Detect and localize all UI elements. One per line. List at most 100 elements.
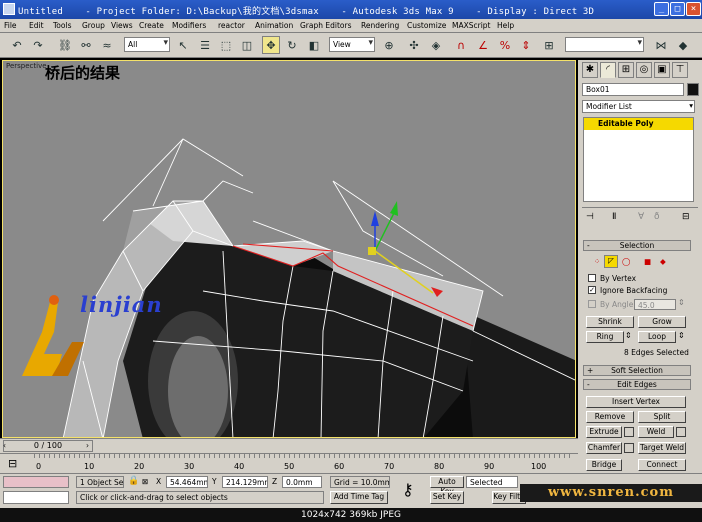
- slider-right-arrow-icon[interactable]: ›: [86, 441, 89, 450]
- menu-modifiers[interactable]: Modifiers: [172, 21, 206, 30]
- menu-reactor[interactable]: reactor: [218, 21, 245, 30]
- chamfer-button[interactable]: Chamfer: [586, 442, 622, 454]
- select-and-manipulate-icon[interactable]: ✣: [405, 36, 423, 54]
- x-coordinate-field[interactable]: 54.464mm: [166, 476, 208, 488]
- select-by-name-icon[interactable]: ☰: [196, 36, 214, 54]
- target-weld-button[interactable]: Target Weld: [638, 442, 686, 454]
- maxscript-listener-mini[interactable]: [3, 476, 69, 488]
- slider-left-arrow-icon[interactable]: ‹: [3, 441, 6, 450]
- extrude-button[interactable]: Extrude: [586, 426, 622, 438]
- spinner-snap-icon[interactable]: ⇕: [517, 36, 535, 54]
- angle-spinner-icon[interactable]: ⇕: [678, 298, 685, 307]
- menu-edit[interactable]: Edit: [29, 21, 44, 30]
- time-slider[interactable]: 0 / 100 ‹ ›: [0, 438, 578, 453]
- use-pivot-center-icon[interactable]: ⊕: [380, 36, 398, 54]
- selection-filter-dropdown[interactable]: All: [124, 37, 170, 52]
- by-angle-checkbox[interactable]: [588, 300, 596, 308]
- motion-tab-icon[interactable]: ◎: [636, 62, 652, 78]
- y-coordinate-field[interactable]: 214.129mm: [222, 476, 268, 488]
- loop-spinner-icon[interactable]: ⇕: [678, 331, 685, 340]
- menu-views[interactable]: Views: [111, 21, 133, 30]
- display-tab-icon[interactable]: ▣: [654, 62, 670, 78]
- element-icon[interactable]: ◆: [660, 257, 666, 266]
- menu-group[interactable]: Group: [82, 21, 105, 30]
- mini-curve-editor-icon[interactable]: ⊟: [8, 457, 17, 470]
- select-and-link-icon[interactable]: ⛓: [56, 36, 74, 54]
- soft-selection-rollout-header[interactable]: + Soft Selection: [583, 365, 691, 376]
- rectangular-selection-icon[interactable]: ⬚: [217, 36, 235, 54]
- modifier-stack-item[interactable]: Editable Poly: [584, 118, 693, 130]
- object-name-field[interactable]: Box01: [582, 83, 684, 96]
- unlink-icon[interactable]: ⚯: [77, 36, 95, 54]
- menu-file[interactable]: File: [4, 21, 17, 30]
- percent-snap-icon[interactable]: %: [496, 36, 514, 54]
- named-selection-sets-icon[interactable]: ⊞: [540, 36, 558, 54]
- select-object-icon[interactable]: ↖: [174, 36, 192, 54]
- reference-coordinate-dropdown[interactable]: View: [329, 37, 375, 52]
- vertex-icon[interactable]: ⁘: [594, 257, 600, 266]
- add-time-tag-button[interactable]: Add Time Tag: [330, 491, 388, 504]
- shrink-button[interactable]: Shrink: [586, 316, 634, 328]
- key-mode-dropdown[interactable]: Selected: [466, 476, 518, 488]
- select-and-scale-icon[interactable]: ◧: [305, 36, 323, 54]
- split-button[interactable]: Split: [638, 411, 686, 423]
- extrude-settings-icon[interactable]: [624, 427, 634, 437]
- bind-space-warp-icon[interactable]: ≈: [98, 36, 116, 54]
- configure-modifier-sets-icon[interactable]: ⊟: [682, 212, 690, 222]
- utilities-tab-icon[interactable]: ⊤: [672, 62, 688, 78]
- weld-button[interactable]: Weld: [638, 426, 674, 438]
- absolute-mode-icon[interactable]: ⊠: [142, 477, 148, 486]
- modifier-list-dropdown[interactable]: Modifier List ▾: [582, 100, 695, 113]
- menu-create[interactable]: Create: [139, 21, 164, 30]
- menu-tools[interactable]: Tools: [53, 21, 71, 30]
- app-icon[interactable]: [3, 3, 15, 15]
- menu-help[interactable]: Help: [497, 21, 514, 30]
- perspective-viewport[interactable]: Perspective: [2, 60, 576, 438]
- align-icon[interactable]: ◆: [674, 36, 692, 54]
- maxscript-input[interactable]: [3, 491, 69, 504]
- close-button[interactable]: ×: [686, 2, 701, 16]
- bridge-button[interactable]: Bridge: [586, 459, 622, 471]
- remove-button[interactable]: Remove: [586, 411, 634, 423]
- keyboard-shortcut-override-icon[interactable]: ◈: [427, 36, 445, 54]
- edge-icon[interactable]: ◸: [604, 255, 618, 268]
- time-slider-thumb[interactable]: 0 / 100: [3, 440, 93, 452]
- track-bar[interactable]: ⊟ 0 10 20 30 40 50 60 70 80 90 100: [0, 453, 578, 474]
- menu-rendering[interactable]: Rendering: [361, 21, 399, 30]
- minimize-button[interactable]: _: [654, 2, 669, 16]
- select-and-move-icon[interactable]: ✥: [262, 36, 280, 54]
- edit-edges-rollout-header[interactable]: - Edit Edges: [583, 379, 691, 390]
- modify-tab-icon[interactable]: ◜: [600, 62, 616, 78]
- ring-button[interactable]: Ring: [586, 331, 624, 343]
- menu-maxscript[interactable]: MAXScript: [452, 21, 491, 30]
- lock-selection-icon[interactable]: 🔒: [128, 476, 139, 486]
- snaps-toggle-icon[interactable]: ∩: [452, 36, 470, 54]
- angle-value-field[interactable]: 45.0: [634, 299, 676, 310]
- weld-settings-icon[interactable]: [676, 427, 686, 437]
- select-and-rotate-icon[interactable]: ↻: [283, 36, 301, 54]
- ring-spinner-icon[interactable]: ⇕: [625, 331, 632, 340]
- redo-icon[interactable]: ↷: [29, 36, 47, 54]
- angle-snap-icon[interactable]: ∠: [474, 36, 492, 54]
- mirror-icon[interactable]: ⋈: [652, 36, 670, 54]
- loop-button[interactable]: Loop: [638, 331, 676, 343]
- maximize-button[interactable]: □: [670, 2, 685, 16]
- by-vertex-checkbox[interactable]: [588, 274, 596, 282]
- chamfer-settings-icon[interactable]: [624, 443, 634, 453]
- border-icon[interactable]: ◯: [622, 257, 630, 266]
- undo-icon[interactable]: ↶: [8, 36, 26, 54]
- show-end-result-icon[interactable]: Ⅱ: [612, 212, 616, 222]
- menu-animation[interactable]: Animation: [255, 21, 293, 30]
- named-selection-dropdown[interactable]: [565, 37, 644, 52]
- remove-modifier-icon[interactable]: ð: [654, 212, 660, 222]
- insert-vertex-button[interactable]: Insert Vertex: [586, 396, 686, 408]
- grow-button[interactable]: Grow: [638, 316, 686, 328]
- auto-key-button[interactable]: Auto Key: [430, 476, 464, 496]
- menu-customize[interactable]: Customize: [407, 21, 446, 30]
- key-icon[interactable]: ⚷: [402, 480, 414, 499]
- ignore-backfacing-checkbox[interactable]: ✓: [588, 286, 596, 294]
- viewport-label[interactable]: Perspective: [6, 62, 47, 70]
- object-color-swatch[interactable]: [687, 83, 699, 96]
- hierarchy-tab-icon[interactable]: ⊞: [618, 62, 634, 78]
- create-tab-icon[interactable]: ✱: [582, 62, 598, 78]
